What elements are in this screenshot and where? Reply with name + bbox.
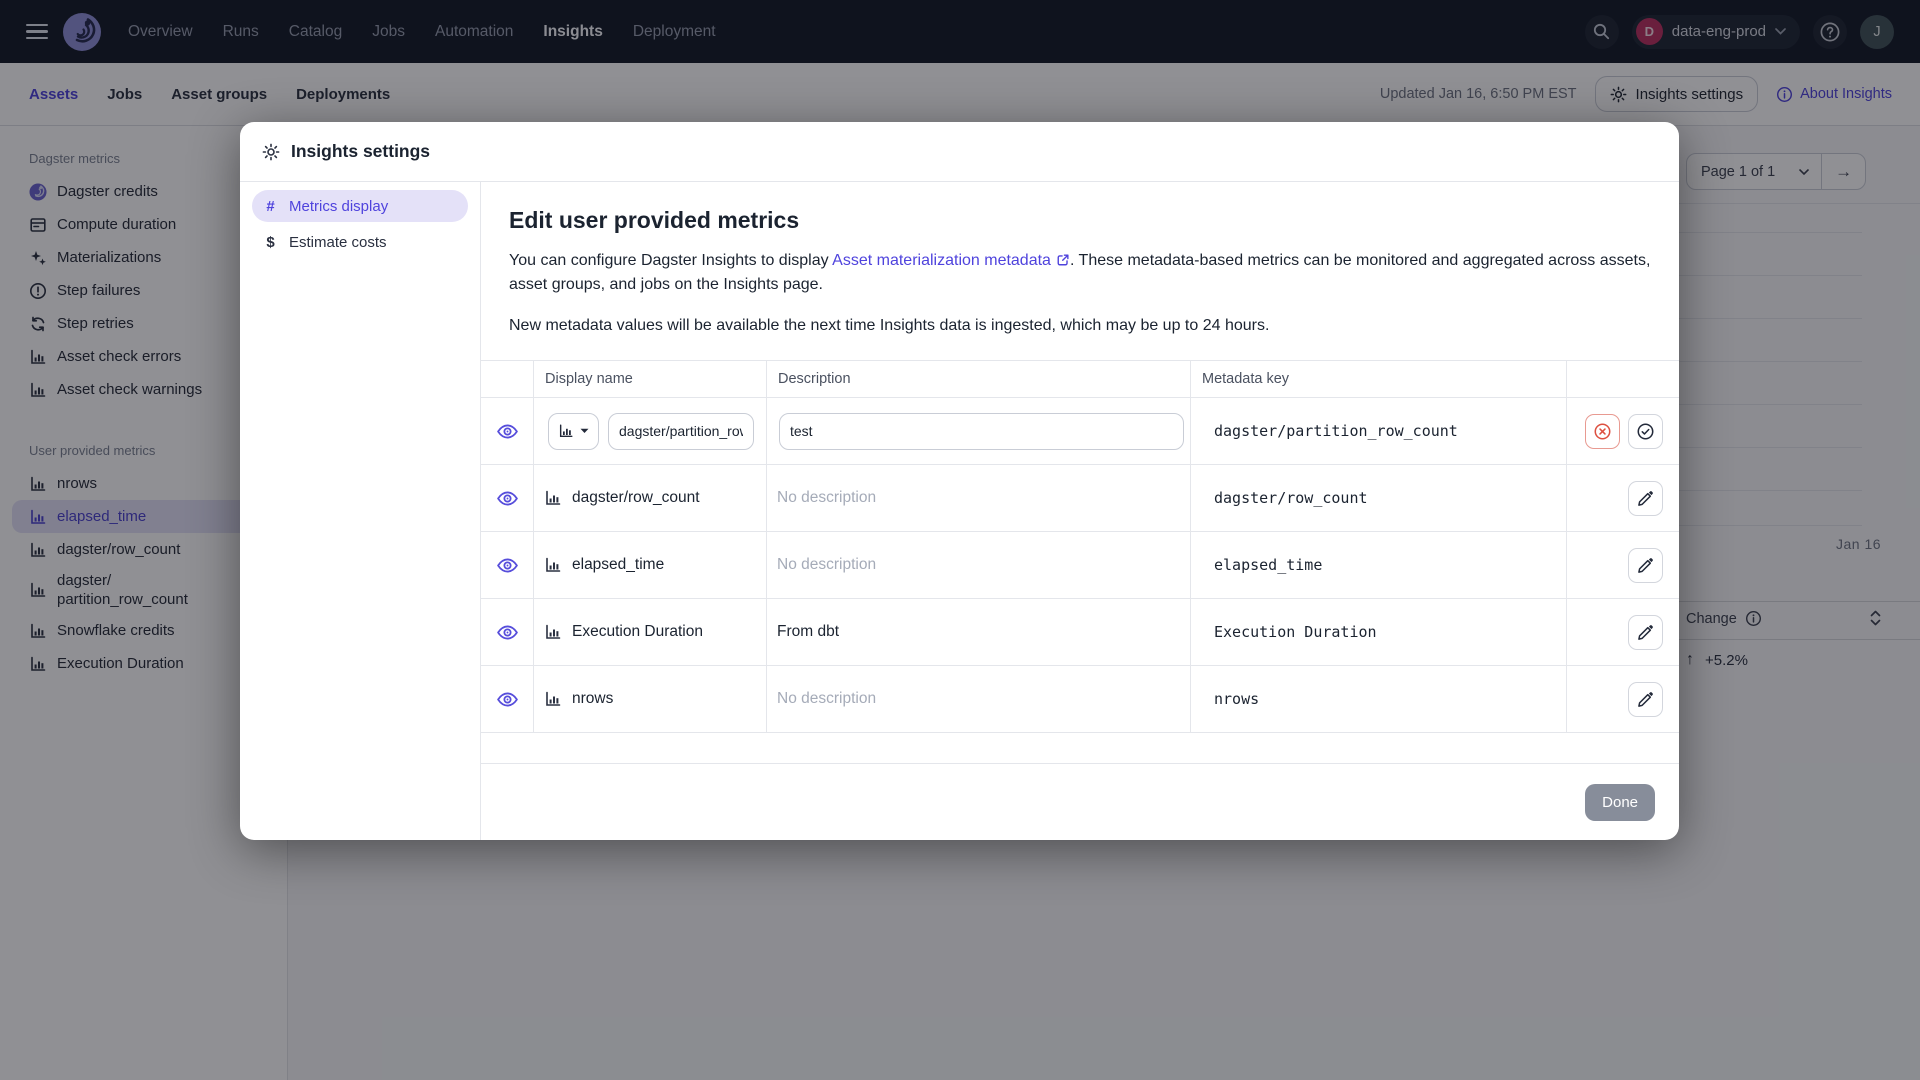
metric-display-name: dagster/row_count [572,489,700,506]
table-row: nrows No description nrows [481,665,1679,732]
table-row: elapsed_time No description elapsed_time [481,531,1679,598]
metric-description: No description [766,666,1190,732]
modal-content: Edit user provided metrics You can confi… [481,182,1679,840]
visibility-toggle[interactable] [496,621,519,644]
visibility-toggle[interactable] [496,554,519,577]
table-row: Execution Duration From dbt Execution Du… [481,598,1679,665]
table-header-row: Display name Description Metadata key [481,361,1679,397]
pencil-icon [1637,625,1653,640]
cancel-edit-button[interactable] [1585,413,1620,449]
eye-icon [496,625,518,639]
visibility-toggle[interactable] [496,487,519,510]
caret-down-icon [580,428,589,433]
metric-display-name: elapsed_time [572,556,665,573]
edit-metric-button[interactable] [1628,480,1663,516]
metric-display-name: nrows [572,690,614,707]
visibility-toggle[interactable] [496,420,519,443]
external-link-icon [1057,254,1069,266]
insights-settings-modal: Insights settings # Metrics display $ Es… [240,122,1679,840]
visibility-toggle[interactable] [496,688,519,711]
edit-metric-button[interactable] [1628,614,1663,650]
metrics-table: Display name Description Metadata key da… [481,360,1679,733]
edit-metric-button[interactable] [1628,547,1663,583]
x-circle-icon [1594,423,1611,439]
metadata-key: elapsed_time [1190,532,1566,598]
metadata-key: dagster/row_count [1190,465,1566,531]
bar-chart-icon [544,489,562,507]
confirm-edit-button[interactable] [1628,413,1663,449]
pencil-icon [1637,491,1653,506]
modal-footer: Done [481,763,1679,821]
eye-icon [496,558,518,572]
chart-type-dropdown[interactable] [548,412,599,450]
metric-description: No description [766,532,1190,598]
column-header-metadata-key: Metadata key [1190,361,1566,397]
bar-chart-icon [544,623,562,641]
asset-materialization-metadata-link[interactable]: Asset materialization metadata [832,252,1070,269]
table-row-editing: dagster/partition_row_count [481,397,1679,464]
modal-header: Insights settings [240,122,1679,182]
modal-heading: Edit user provided metrics [509,207,800,233]
menu-item-label: Estimate costs [289,233,387,251]
bar-chart-icon [544,556,562,574]
bar-chart-icon [559,424,573,438]
intro-paragraph: You can configure Dagster Insights to di… [509,252,1651,293]
display-name-input[interactable] [608,412,754,450]
hash-icon: # [266,197,275,215]
metric-description: No description [766,465,1190,531]
done-button[interactable]: Done [1585,784,1655,821]
note-paragraph: New metadata values will be available th… [509,317,1270,334]
pencil-icon [1637,558,1653,573]
column-header-description: Description [766,361,1190,397]
menu-item-metrics-display[interactable]: # Metrics display [252,190,468,222]
metric-display-name: Execution Duration [572,623,703,640]
menu-item-label: Metrics display [289,197,389,215]
eye-icon [496,491,518,505]
modal-title: Insights settings [291,141,431,161]
eye-icon [496,424,518,438]
edit-metric-button[interactable] [1628,681,1663,717]
check-circle-icon [1637,423,1654,439]
column-header-display-name: Display name [533,361,766,397]
metadata-key: Execution Duration [1190,599,1566,665]
metadata-key: dagster/partition_row_count [1190,398,1566,464]
table-row: dagster/row_count No description dagster… [481,464,1679,531]
description-input[interactable] [779,412,1184,450]
gear-icon [262,143,280,160]
menu-item-estimate-costs[interactable]: $ Estimate costs [252,226,468,258]
dollar-icon: $ [266,233,275,251]
screen: Overview Runs Catalog Jobs Automation In… [0,0,1920,1080]
pencil-icon [1637,692,1653,707]
metadata-key: nrows [1190,666,1566,732]
bar-chart-icon [544,690,562,708]
modal-menu: # Metrics display $ Estimate costs [240,182,481,840]
metric-description: From dbt [766,599,1190,665]
eye-icon [496,692,518,706]
